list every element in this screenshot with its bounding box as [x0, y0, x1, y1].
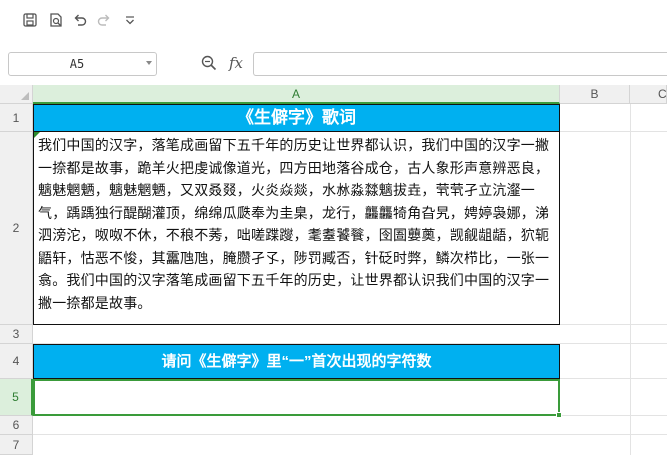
zoom-formula-button[interactable]	[200, 54, 220, 74]
error-indicator-icon	[34, 132, 40, 138]
gridline	[630, 104, 631, 455]
name-box[interactable]: A5	[8, 52, 157, 76]
row-header-6[interactable]: 6	[0, 416, 33, 435]
customize-toolbar-icon	[126, 16, 134, 25]
undo-icon	[74, 14, 87, 26]
row-header-5[interactable]: 5	[0, 379, 33, 416]
row-header-4[interactable]: 4	[0, 344, 33, 379]
print-preview-button[interactable]	[46, 10, 66, 30]
row-header-1[interactable]: 1	[0, 104, 33, 132]
select-all-button[interactable]	[0, 85, 33, 104]
undo-button[interactable]	[70, 10, 90, 30]
cell-a5-answer[interactable]	[33, 379, 562, 418]
name-box-dropdown-icon[interactable]	[146, 61, 152, 65]
row-header-2[interactable]: 2	[0, 132, 33, 325]
column-header-b[interactable]: B	[560, 85, 630, 104]
fill-handle[interactable]	[556, 412, 562, 418]
gridline	[33, 434, 667, 435]
gridline	[560, 324, 667, 325]
save-button[interactable]	[20, 10, 40, 30]
column-header-c[interactable]: C	[630, 85, 667, 104]
formula-bar: A5 fx	[0, 48, 667, 80]
insert-function-button[interactable]: fx	[229, 53, 243, 73]
name-box-value: A5	[69, 57, 85, 71]
row-header-7[interactable]: 7	[0, 435, 33, 455]
column-header-a[interactable]: A	[33, 85, 560, 104]
quick-access-toolbar	[0, 0, 667, 40]
customize-toolbar-button[interactable]	[120, 10, 140, 30]
lyrics-text: 我们中国的汉字，落笔成画留下五千年的历史让世界都认识，我们中国的汉字一撇一捺都是…	[38, 137, 550, 311]
formula-input[interactable]	[253, 52, 667, 76]
save-icon	[23, 13, 37, 27]
print-preview-icon	[50, 13, 62, 27]
cell-a1-title[interactable]: 《生僻字》歌词	[33, 104, 560, 132]
redo-icon	[97, 14, 110, 26]
spreadsheet-grid: A B C 1 2 3 4 5 6 7 《生僻字》歌词 我们中国的汉字，落笔成画…	[0, 85, 667, 455]
cell-a2-lyrics[interactable]: 我们中国的汉字，落笔成画留下五千年的历史让世界都认识，我们中国的汉字一撇一捺都是…	[33, 132, 560, 325]
redo-button[interactable]	[94, 10, 114, 30]
gridline	[560, 131, 667, 132]
zoom-icon	[201, 55, 217, 71]
cell-a4-question[interactable]: 请问《生僻字》里“一”首次出现的字符数	[33, 344, 560, 379]
gridline	[560, 378, 667, 379]
row-header-3[interactable]: 3	[0, 325, 33, 344]
